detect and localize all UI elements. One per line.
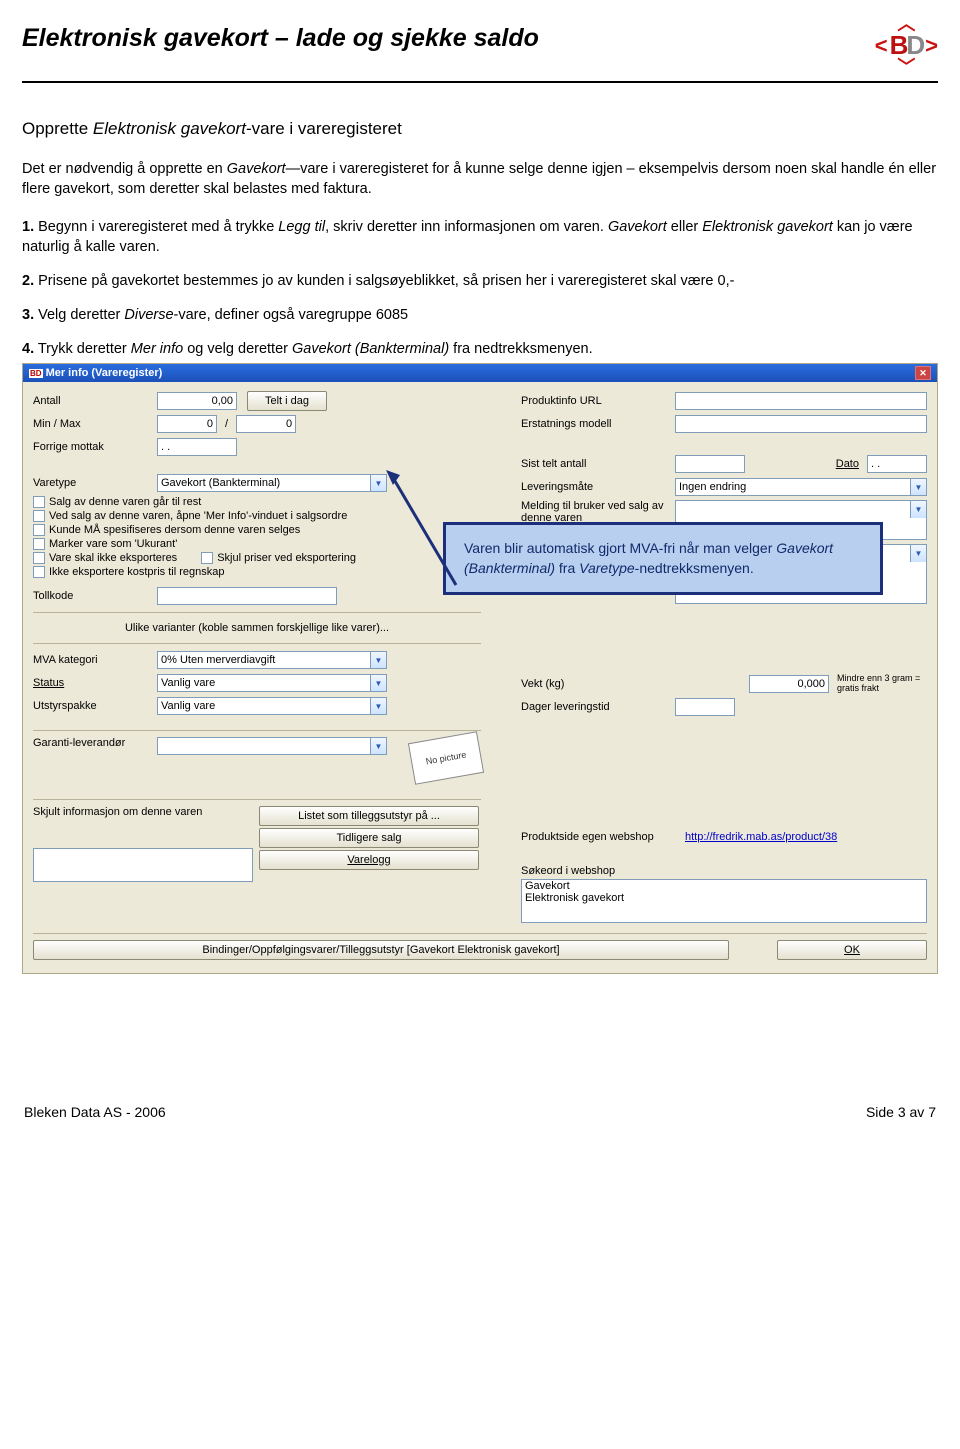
step-4: 4. Trykk deretter Mer info og velg deret… [22, 339, 938, 359]
chevron-down-icon: ▼ [370, 675, 386, 691]
vekt-input[interactable]: 0,000 [749, 675, 829, 693]
logo: ︿ <BD> ﹀ [875, 18, 938, 73]
window-titlebar[interactable]: BDMer info (Vareregister) ✕ [23, 364, 937, 382]
dager-label: Dager leveringstid [521, 701, 671, 713]
step-3: 3. Velg deretter Diverse-vare, definer o… [22, 305, 938, 325]
window-title: Mer info (Vareregister) [46, 367, 163, 379]
mer-info-window: BDMer info (Vareregister) ✕ Antall 0,00 … [22, 363, 938, 974]
produktside-link[interactable]: http://fredrik.mab.as/product/38 [685, 831, 837, 843]
dato-input[interactable]: . . [867, 455, 927, 473]
forrige-mottak-label: Forrige mottak [33, 441, 153, 453]
chevron-down-icon: ▼ [910, 545, 926, 562]
min-input[interactable]: 0 [157, 415, 217, 433]
tidligere-salg-button[interactable]: Tidligere salg [259, 828, 479, 848]
produktside-label: Produktside egen webshop [521, 831, 681, 843]
sokeord-label: Søkeord i webshop [521, 865, 615, 877]
utstyr-label: Utstyrspakke [33, 700, 153, 712]
status-label: Status [33, 677, 153, 689]
footer-right: Side 3 av 7 [866, 1104, 936, 1120]
slash-label: / [221, 418, 232, 430]
max-input[interactable]: 0 [236, 415, 296, 433]
varetype-label: Varetype [33, 477, 153, 489]
header-divider [22, 81, 938, 83]
dager-input[interactable] [675, 698, 735, 716]
chevron-down-icon: ▼ [370, 698, 386, 714]
callout-arrow-icon [386, 470, 476, 690]
erstatning-label: Erstatnings modell [521, 418, 671, 430]
tollkode-input[interactable] [157, 587, 337, 605]
mva-label: MVA kategori [33, 654, 153, 666]
erstatning-input[interactable] [675, 415, 927, 433]
intro-paragraph: Det er nødvendig å opprette en Gavekort—… [22, 159, 938, 199]
skjult-info-label: Skjult informasjon om denne varen [33, 806, 253, 818]
section-heading: Opprette Elektronisk gavekort-vare i var… [22, 119, 938, 139]
vekt-label: Vekt (kg) [521, 678, 671, 690]
chevron-down-icon: ▼ [370, 652, 386, 668]
minmax-label: Min / Max [33, 418, 153, 430]
utstyr-select[interactable]: Vanlig vare ▼ [157, 697, 387, 715]
chevron-down-icon: ▼ [370, 738, 386, 754]
varelogg-button[interactable]: Varelogg [259, 850, 479, 870]
levering-label: Leveringsmåte [521, 481, 671, 493]
vekt-note: Mindre enn 3 gram = gratis frakt [837, 674, 927, 694]
skjult-info-textarea[interactable] [33, 848, 253, 882]
chevron-down-icon: ▼ [910, 501, 926, 518]
melding-label: Melding til bruker ved salg av denne var… [521, 500, 671, 524]
bindinger-button[interactable]: Bindinger/Oppfølgingsvarer/Tilleggsutsty… [33, 940, 729, 960]
ok-button[interactable]: OK [777, 940, 927, 960]
produktinfo-input[interactable] [675, 392, 927, 410]
close-icon[interactable]: ✕ [915, 366, 931, 380]
levering-select[interactable]: Ingen endring ▼ [675, 478, 927, 496]
document-title: Elektronisk gavekort – lade og sjekke sa… [22, 24, 539, 53]
garanti-label: Garanti-leverandør [33, 737, 153, 749]
varetype-select[interactable]: Gavekort (Bankterminal) ▼ [157, 474, 387, 492]
telt-i-dag-button[interactable]: Telt i dag [247, 391, 327, 411]
listet-button[interactable]: Listet som tilleggsutstyr på ... [259, 806, 479, 826]
sist-telt-label: Sist telt antall [521, 458, 671, 470]
forrige-mottak-input[interactable]: . . [157, 438, 237, 456]
sist-telt-input[interactable] [675, 455, 745, 473]
antall-input[interactable]: 0,00 [157, 392, 237, 410]
no-picture-placeholder: No picture [408, 731, 484, 785]
antall-label: Antall [33, 395, 153, 407]
garanti-select[interactable]: ▼ [157, 737, 387, 755]
status-select[interactable]: Vanlig vare ▼ [157, 674, 387, 692]
chevron-down-icon: ▼ [910, 479, 926, 495]
sokeord-textarea[interactable]: Gavekort Elektronisk gavekort [521, 879, 927, 923]
footer-left: Bleken Data AS - 2006 [24, 1104, 166, 1120]
mva-select[interactable]: 0% Uten merverdiavgift ▼ [157, 651, 387, 669]
tollkode-label: Tollkode [33, 590, 153, 602]
chk-ikke-eksport[interactable]: Vare skal ikke eksporteres [33, 552, 177, 564]
chevron-down-icon: ▼ [370, 475, 386, 491]
dato-label: Dato [749, 458, 859, 470]
produktinfo-label: Produktinfo URL [521, 395, 671, 407]
step-1: 1. Begynn i vareregisteret med å trykke … [22, 217, 938, 257]
step-2: 2. Prisene på gavekortet bestemmes jo av… [22, 271, 938, 291]
chk-skjul-priser[interactable]: Skjul priser ved eksportering [201, 552, 356, 564]
callout-box: Varen blir automatisk gjort MVA-fri når … [443, 522, 883, 595]
